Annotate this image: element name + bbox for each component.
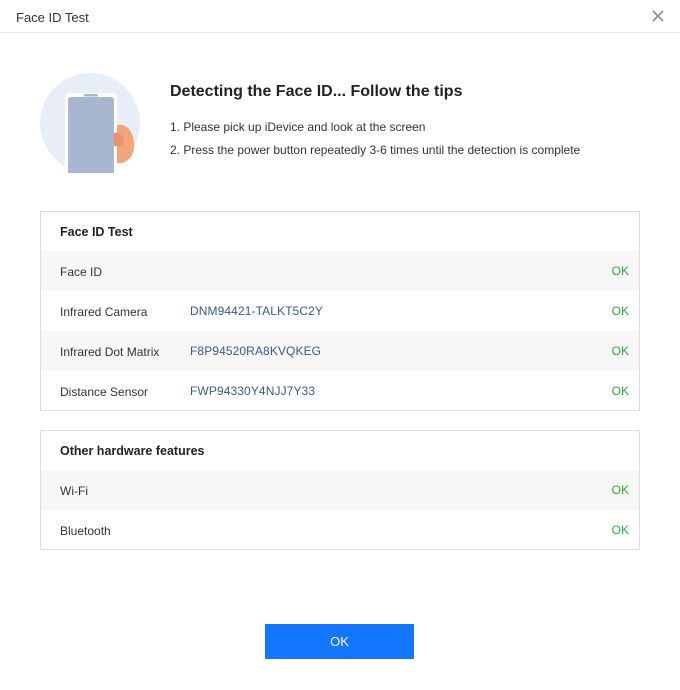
- table-row-face-id: Face ID OK: [41, 251, 639, 291]
- panel-title: Face ID Test: [60, 225, 133, 239]
- row-serial: FWP94330Y4NJJ7Y33: [190, 384, 316, 398]
- status-ok: OK: [611, 304, 629, 318]
- table-row-distance-sensor: Distance Sensor FWP94330Y4NJJ7Y33 OK: [41, 371, 639, 411]
- tip-pick-up-device: 1. Please pick up iDevice and look at th…: [170, 120, 426, 134]
- status-ok: OK: [611, 523, 629, 537]
- status-ok: OK: [611, 344, 629, 358]
- status-ok: OK: [611, 483, 629, 497]
- other-hardware-panel: Other hardware features Wi-Fi OK Bluetoo…: [40, 430, 640, 550]
- ok-button[interactable]: OK: [265, 624, 414, 659]
- row-label: Wi-Fi: [60, 484, 88, 498]
- close-icon[interactable]: [648, 6, 668, 26]
- window-title: Face ID Test: [16, 10, 89, 25]
- face-id-test-panel: Face ID Test Face ID OK Infrared Camera …: [40, 211, 640, 411]
- row-label: Face ID: [60, 265, 103, 279]
- phone-in-hand-illustration: [40, 73, 140, 177]
- table-row-wifi: Wi-Fi OK: [41, 470, 639, 510]
- panel-title: Other hardware features: [60, 444, 205, 458]
- row-label: Distance Sensor: [60, 385, 149, 399]
- status-ok: OK: [611, 264, 629, 278]
- status-ok: OK: [611, 384, 629, 398]
- title-bar: Face ID Test: [0, 0, 680, 33]
- row-label: Infrared Camera: [60, 305, 148, 319]
- table-row-infrared-dot-matrix: Infrared Dot Matrix F8P94520RA8KVQKEG OK: [41, 331, 639, 371]
- table-row-infrared-camera: Infrared Camera DNM94421-TALKT5C2Y OK: [41, 291, 639, 331]
- row-serial: F8P94520RA8KVQKEG: [190, 344, 322, 358]
- row-label: Bluetooth: [60, 524, 111, 538]
- table-row-bluetooth: Bluetooth OK: [41, 510, 639, 550]
- tip-press-power-button: 2. Press the power button repeatedly 3-6…: [170, 143, 581, 157]
- instructions-heading: Detecting the Face ID... Follow the tips: [170, 83, 463, 100]
- row-serial: DNM94421-TALKT5C2Y: [190, 304, 323, 318]
- row-label: Infrared Dot Matrix: [60, 345, 160, 359]
